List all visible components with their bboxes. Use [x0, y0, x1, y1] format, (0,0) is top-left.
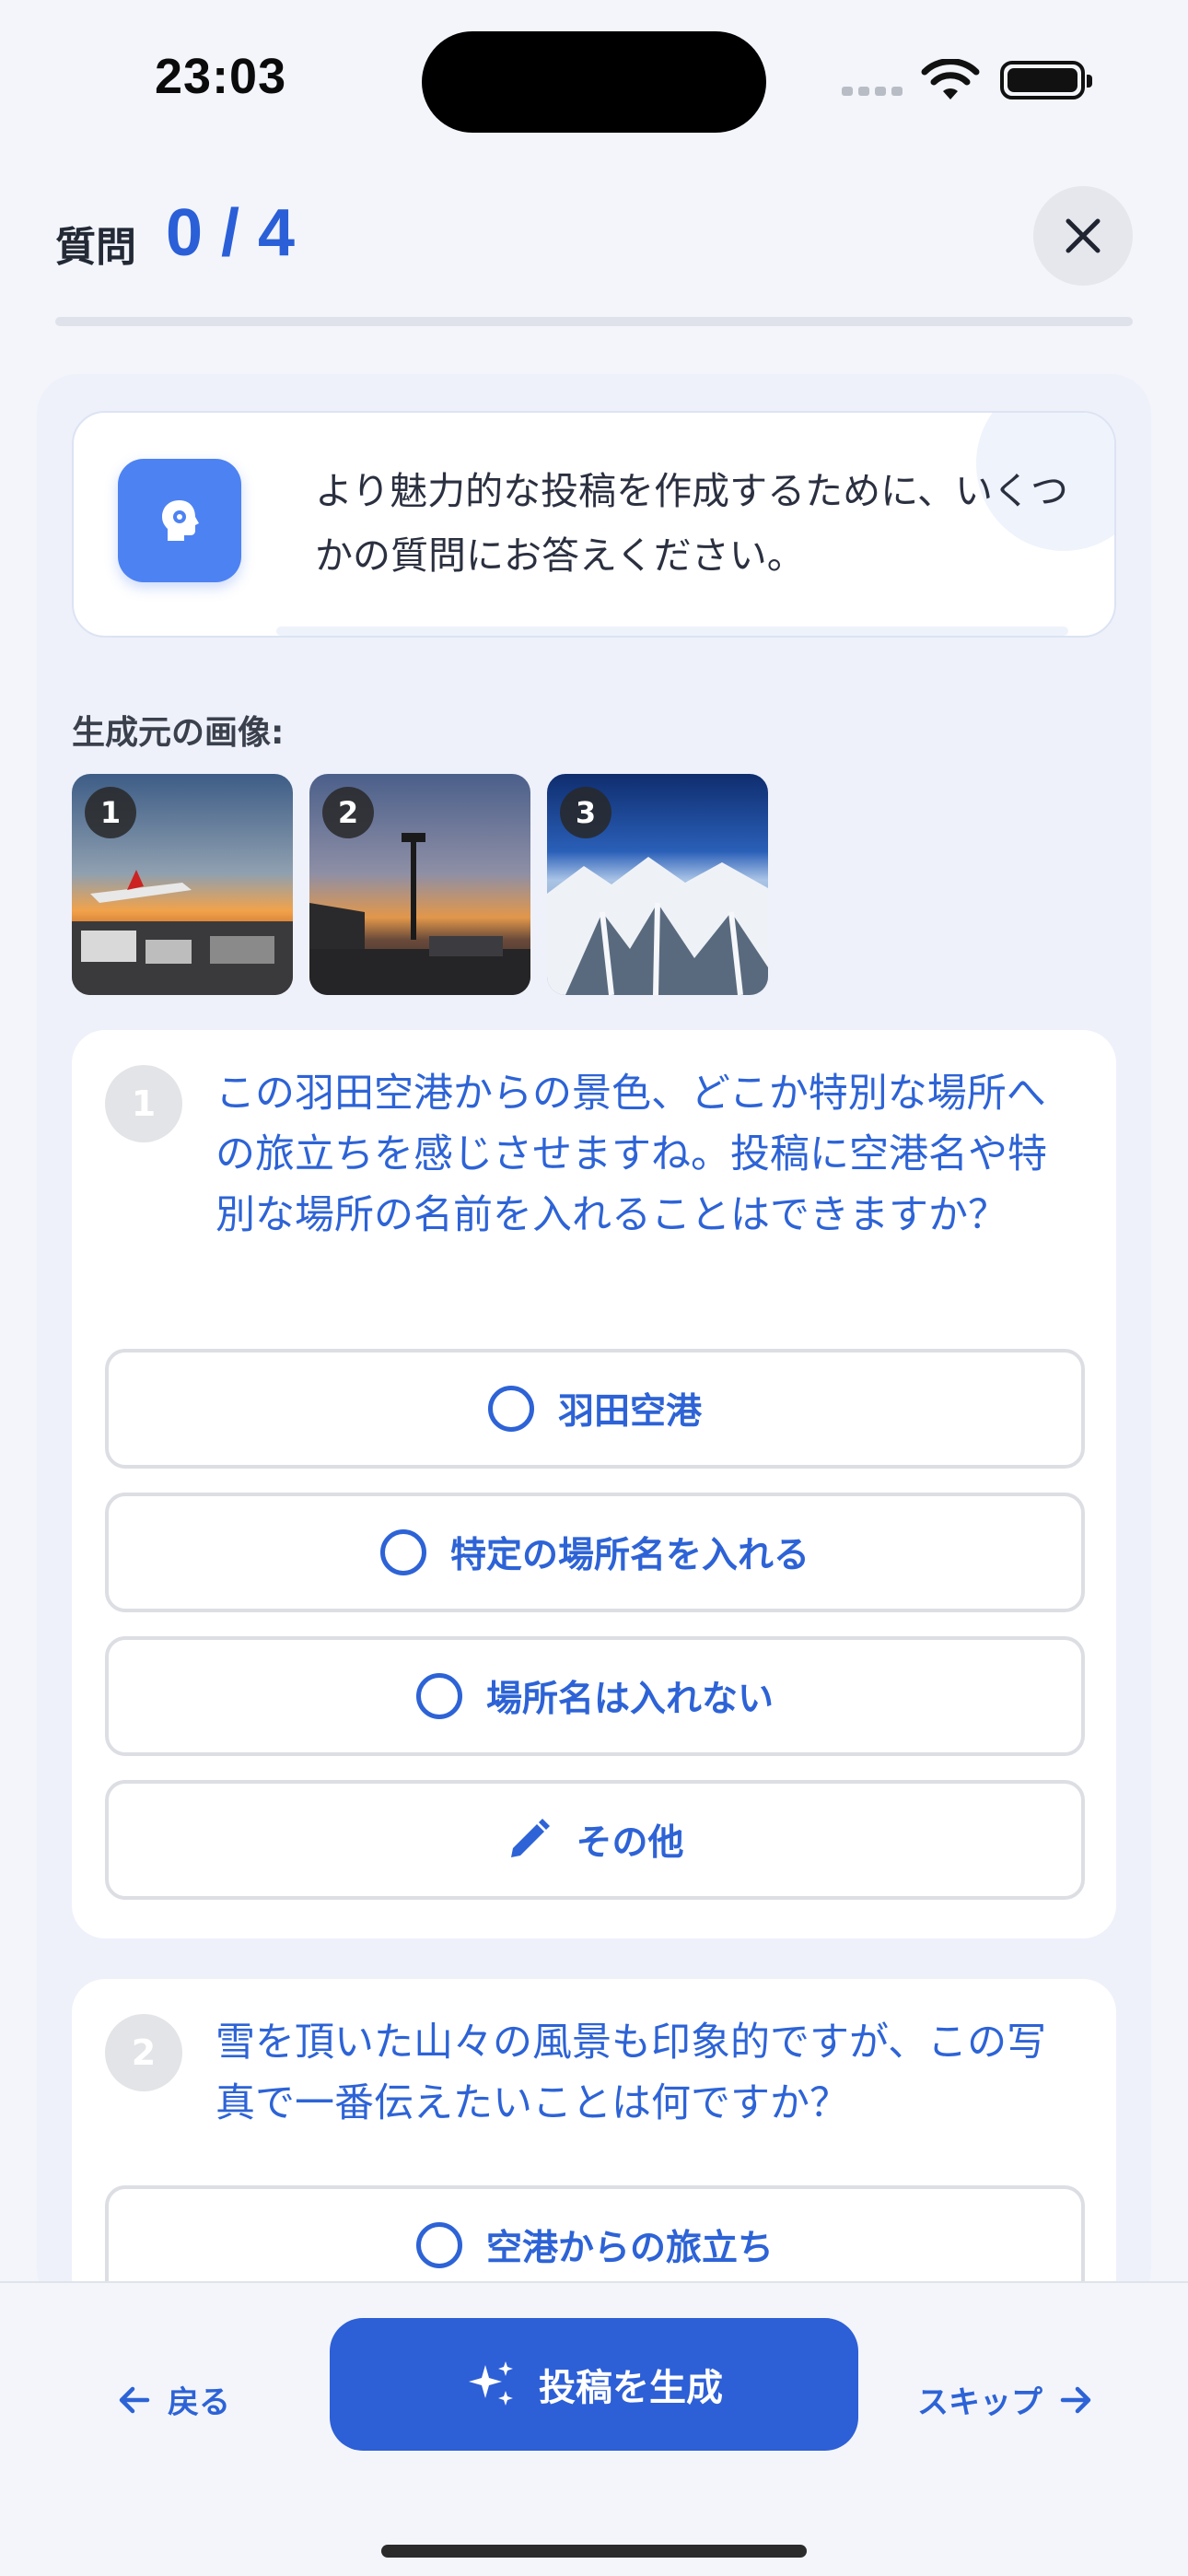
arrow-right-icon: [1060, 2386, 1091, 2413]
radio-icon: [415, 1673, 462, 1719]
arrow-left-icon: [119, 2386, 150, 2413]
close-icon: [1066, 218, 1101, 253]
source-images-label: 生成元の画像:: [72, 714, 285, 752]
question-progress-bar: [55, 317, 1133, 326]
answer-option-label: 特定の場所名を入れる: [449, 1535, 809, 1576]
radio-icon: [487, 1386, 534, 1432]
back-button[interactable]: 戻る: [116, 2377, 230, 2422]
intro-text: より魅力的な投稿を作成するために、いくつかの質問にお答えください。: [315, 469, 1068, 578]
radio-icon: [415, 2222, 462, 2268]
status-bar: 23:03: [0, 0, 1188, 157]
questionnaire-panel[interactable]: より魅力的な投稿を作成するために、いくつかの質問にお答えください。 生成元の画像…: [37, 374, 1151, 2348]
answer-option-label: 場所名は入れない: [485, 1679, 774, 1720]
generate-post-button[interactable]: 投稿を生成: [330, 2318, 858, 2451]
home-indicator: [381, 2545, 807, 2558]
battery-icon: [1000, 61, 1092, 100]
status-time: 23:03: [155, 49, 287, 104]
image-number-badge: 1: [85, 787, 136, 838]
question-text: 雪を頂いた山々の風景も印象的ですが、この写真で一番伝えたいことは何ですか？: [215, 2020, 1047, 2126]
question-text: この羽田空港からの景色、どこか特別な場所への旅立ちを感じさせますね。投稿に空港名…: [215, 1071, 1047, 1238]
head-gear-icon: [118, 459, 241, 582]
answer-option[interactable]: 特定の場所名を入れる: [105, 1493, 1085, 1612]
source-image-thumbnail[interactable]: 3: [547, 774, 768, 995]
cellular-signal-icon: [842, 87, 903, 96]
skip-button[interactable]: スキップ: [917, 2377, 1094, 2422]
question-card: 1 この羽田空港からの景色、どこか特別な場所への旅立ちを感じさせますね。投稿に空…: [72, 1030, 1116, 1938]
answer-option[interactable]: 場所名は入れない: [105, 1636, 1085, 1756]
sparkles-icon: [469, 2361, 513, 2406]
source-image-thumbnail[interactable]: 1: [72, 774, 293, 995]
intro-card: より魅力的な投稿を作成するために、いくつかの質問にお答えください。: [72, 411, 1116, 638]
answer-option-label: その他: [576, 1822, 684, 1864]
close-button[interactable]: [1033, 186, 1133, 286]
question-number-badge: 1: [105, 1065, 182, 1142]
radio-icon: [379, 1529, 426, 1575]
image-number-badge: 2: [322, 787, 374, 838]
answer-option[interactable]: 羽田空港: [105, 1349, 1085, 1469]
answer-option-label: 空港からの旅立ち: [485, 2228, 774, 2269]
question-number-badge: 2: [105, 2014, 182, 2091]
source-image-list: 1 2 3: [72, 774, 768, 995]
answer-option-other[interactable]: その他: [105, 1780, 1085, 1900]
answer-option-label: 羽田空港: [557, 1391, 702, 1433]
dynamic-island: [422, 31, 766, 133]
image-number-badge: 3: [560, 787, 611, 838]
generate-post-label: 投稿を生成: [539, 2367, 723, 2409]
question-label: 質問: [55, 224, 136, 271]
skip-label: スキップ: [917, 2384, 1042, 2421]
decorative-line: [276, 626, 1068, 636]
question-progress-count: 0 / 4: [166, 196, 296, 270]
wifi-icon: [921, 59, 980, 100]
back-label: 戻る: [168, 2384, 230, 2421]
pencil-icon: [511, 1819, 551, 1857]
question-header: 質問 0 / 4: [0, 157, 1188, 328]
bottom-action-bar: 戻る 投稿を生成 スキップ: [0, 2281, 1188, 2576]
source-image-thumbnail[interactable]: 2: [309, 774, 530, 995]
